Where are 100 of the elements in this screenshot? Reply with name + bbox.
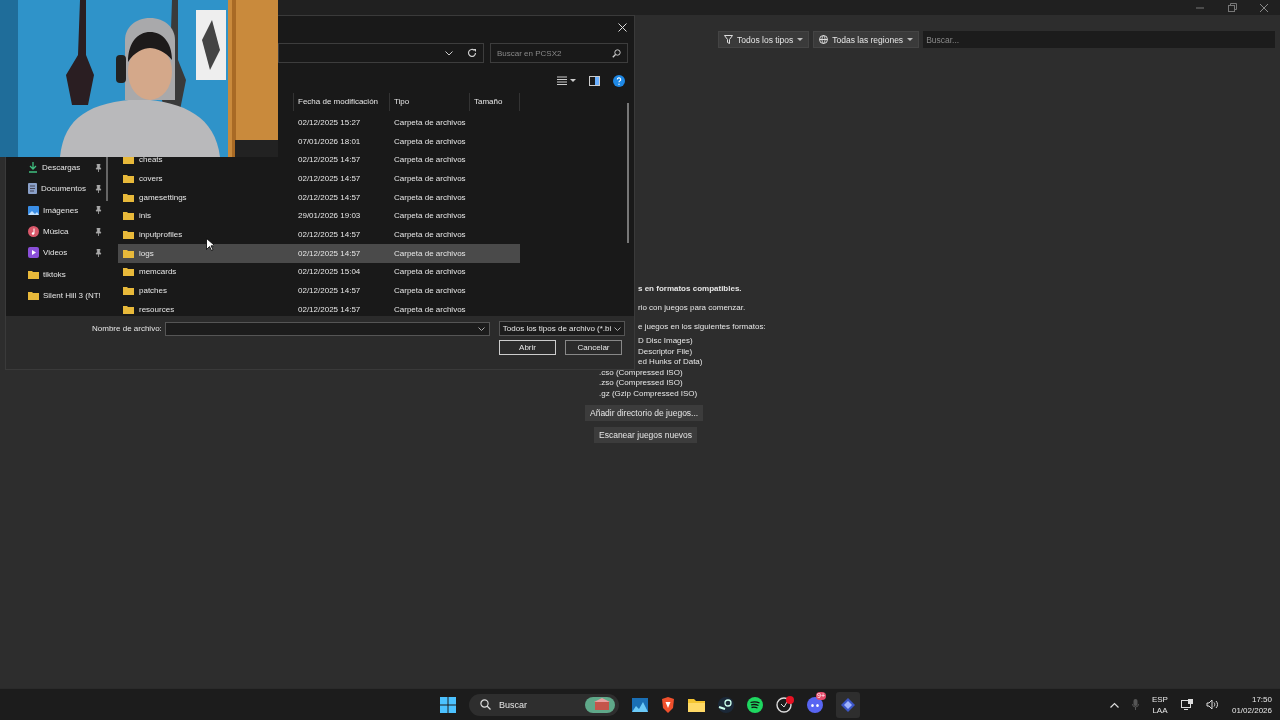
file-row[interactable]: inputprofiles 02/12/2025 14:57 Carpeta de archivos — [118, 225, 520, 244]
folder-icon — [123, 248, 134, 258]
folder-icon — [123, 155, 134, 165]
filename-label: Nombre de archivo: — [92, 324, 162, 333]
refresh-icon[interactable] — [467, 48, 477, 58]
dialog-button[interactable]: Cancelar — [565, 340, 622, 355]
format-item: D Disc Images) — [638, 336, 693, 347]
music-icon — [28, 226, 39, 238]
taskbar-search[interactable]: Buscar — [469, 693, 619, 716]
file-row[interactable]: gamesettings 02/12/2025 14:57 Carpeta de archivos — [118, 187, 520, 207]
folder-icon — [28, 290, 39, 300]
clock-time[interactable]: 17:50 — [1251, 693, 1272, 705]
picture-icon — [28, 205, 39, 215]
file-name: memcards — [139, 267, 177, 277]
file-row[interactable]: memcards 02/12/2025 15:04 Carpeta de archivos — [118, 262, 520, 282]
nav-item[interactable]: tiktoks — [6, 263, 110, 285]
folder-icon — [123, 211, 134, 221]
file-date: 02/12/2025 14:57 — [297, 286, 362, 296]
file-row[interactable]: logs 02/12/2025 14:57 Carpeta de archivos — [118, 243, 520, 263]
volume-icon[interactable] — [1205, 699, 1219, 710]
app-icon[interactable] — [632, 697, 648, 712]
file-row[interactable]: cheats 02/12/2025 14:57 Carpeta de archivos — [118, 150, 520, 170]
file-name: inis — [139, 211, 151, 221]
widget-icon[interactable] — [585, 696, 615, 713]
file-date: 02/12/2025 14:57 — [297, 155, 362, 165]
chevron-down-icon[interactable] — [477, 326, 485, 331]
nav-item[interactable]: Descargas — [6, 157, 110, 179]
search-field[interactable]: Buscar en PCSX2 — [490, 43, 628, 63]
music-app-icon[interactable] — [747, 696, 763, 713]
search-field[interactable]: Buscar... — [923, 31, 1275, 48]
preview-pane-icon[interactable] — [589, 75, 600, 86]
file-name: cheats — [139, 155, 163, 165]
chevron-up-icon[interactable] — [1109, 701, 1119, 708]
file-row[interactable]: 07/01/2026 18:01 Carpeta de archivos — [278, 131, 520, 151]
file-type: Carpeta de archivos — [393, 267, 467, 277]
file-row[interactable]: 02/12/2025 15:27 Carpeta de archivos — [278, 113, 520, 132]
file-type: Carpeta de archivos — [393, 229, 467, 239]
file-date: 02/12/2025 14:57 — [297, 173, 362, 183]
format-item: .cso (Compressed ISO) — [599, 367, 683, 379]
format-item: Descriptor File) — [638, 346, 693, 358]
file-row[interactable]: inis 29/01/2026 19:03 Carpeta de archivos — [118, 206, 520, 226]
action-button[interactable]: Añadir directorio de juegos... — [585, 404, 704, 421]
details-view-icon[interactable] — [557, 76, 576, 85]
nav-item[interactable]: Música — [6, 220, 110, 243]
shield-icon[interactable] — [661, 696, 675, 713]
app-icon[interactable] — [836, 691, 860, 718]
format-item: ed Hunks of Data) — [638, 357, 703, 368]
folder-icon — [123, 286, 134, 296]
file-date: 02/12/2025 14:57 — [297, 304, 362, 314]
nav-item[interactable]: Videos — [6, 242, 110, 264]
file-type: Carpeta de archivos — [393, 155, 467, 165]
folder-icon — [123, 192, 134, 202]
scrollbar[interactable] — [627, 103, 629, 243]
file-name: inputprofiles — [139, 229, 183, 239]
file-date: 07/01/2026 18:01 — [297, 136, 362, 146]
region-filter-dropdown[interactable]: Todas las regiones — [813, 31, 920, 48]
file-name: covers — [139, 173, 163, 183]
caret-icon — [797, 37, 804, 42]
document-icon — [28, 183, 37, 195]
search-icon — [612, 48, 621, 58]
filename-field[interactable] — [164, 321, 490, 336]
type-filter-dropdown[interactable]: Todos los tipos — [718, 31, 810, 48]
nav-item[interactable]: Documentos — [6, 178, 110, 200]
file-row[interactable]: covers 02/12/2025 14:57 Carpeta de archivos — [118, 169, 520, 188]
start-icon[interactable] — [440, 696, 456, 713]
column-header[interactable]: Tamaño — [469, 93, 520, 111]
network-icon[interactable] — [1180, 699, 1193, 710]
empty-heading: s en formatos compatibles. — [638, 283, 742, 295]
close-icon[interactable] — [616, 21, 628, 33]
dialog-button[interactable]: Abrir — [499, 340, 556, 355]
file-row[interactable]: resources 02/12/2025 14:57 Carpeta de archivos — [118, 299, 520, 316]
folder-icon[interactable] — [688, 697, 705, 712]
action-button[interactable]: Escanear juegos nuevos — [594, 426, 698, 443]
app-icon[interactable] — [776, 696, 794, 713]
keyboard-layout-label[interactable]: LAA — [1152, 704, 1168, 716]
file-type: Carpeta de archivos — [393, 286, 467, 296]
file-type: Carpeta de archivos — [393, 136, 467, 146]
file-row[interactable]: patches 02/12/2025 14:57 Carpeta de archivos — [118, 281, 520, 300]
language-label[interactable]: ESP — [1151, 693, 1168, 705]
column-header[interactable]: Tipo — [389, 93, 469, 111]
column-header[interactable]: Fecha de modificación — [293, 93, 389, 111]
nav-item[interactable]: Imágenes — [6, 199, 110, 221]
formats-intro: e juegos en los siguientes formatos: — [638, 321, 766, 333]
clock-date[interactable]: 01/02/2026 — [1231, 704, 1272, 716]
file-date: 02/12/2025 15:27 — [297, 117, 362, 127]
nav-item[interactable]: Silent Hill 3 (NT! — [6, 284, 110, 307]
format-item: .gz (Gzip Compressed ISO) — [599, 388, 698, 400]
file-type: Carpeta de archivos — [393, 304, 467, 314]
file-name: gamesettings — [139, 192, 187, 202]
file-name: logs — [139, 248, 154, 258]
folder-icon — [123, 304, 134, 314]
steam-icon[interactable] — [718, 696, 734, 713]
chevron-down-icon[interactable] — [445, 50, 453, 56]
file-type: Carpeta de archivos — [393, 117, 467, 127]
video-icon — [28, 247, 39, 259]
chat-app-icon[interactable] — [807, 696, 823, 713]
file-type-dropdown[interactable]: Todos los tipos de archivo (*.bi — [498, 321, 625, 336]
download-icon — [28, 162, 38, 174]
scrollbar[interactable] — [106, 156, 108, 201]
help-icon[interactable] — [613, 74, 625, 87]
